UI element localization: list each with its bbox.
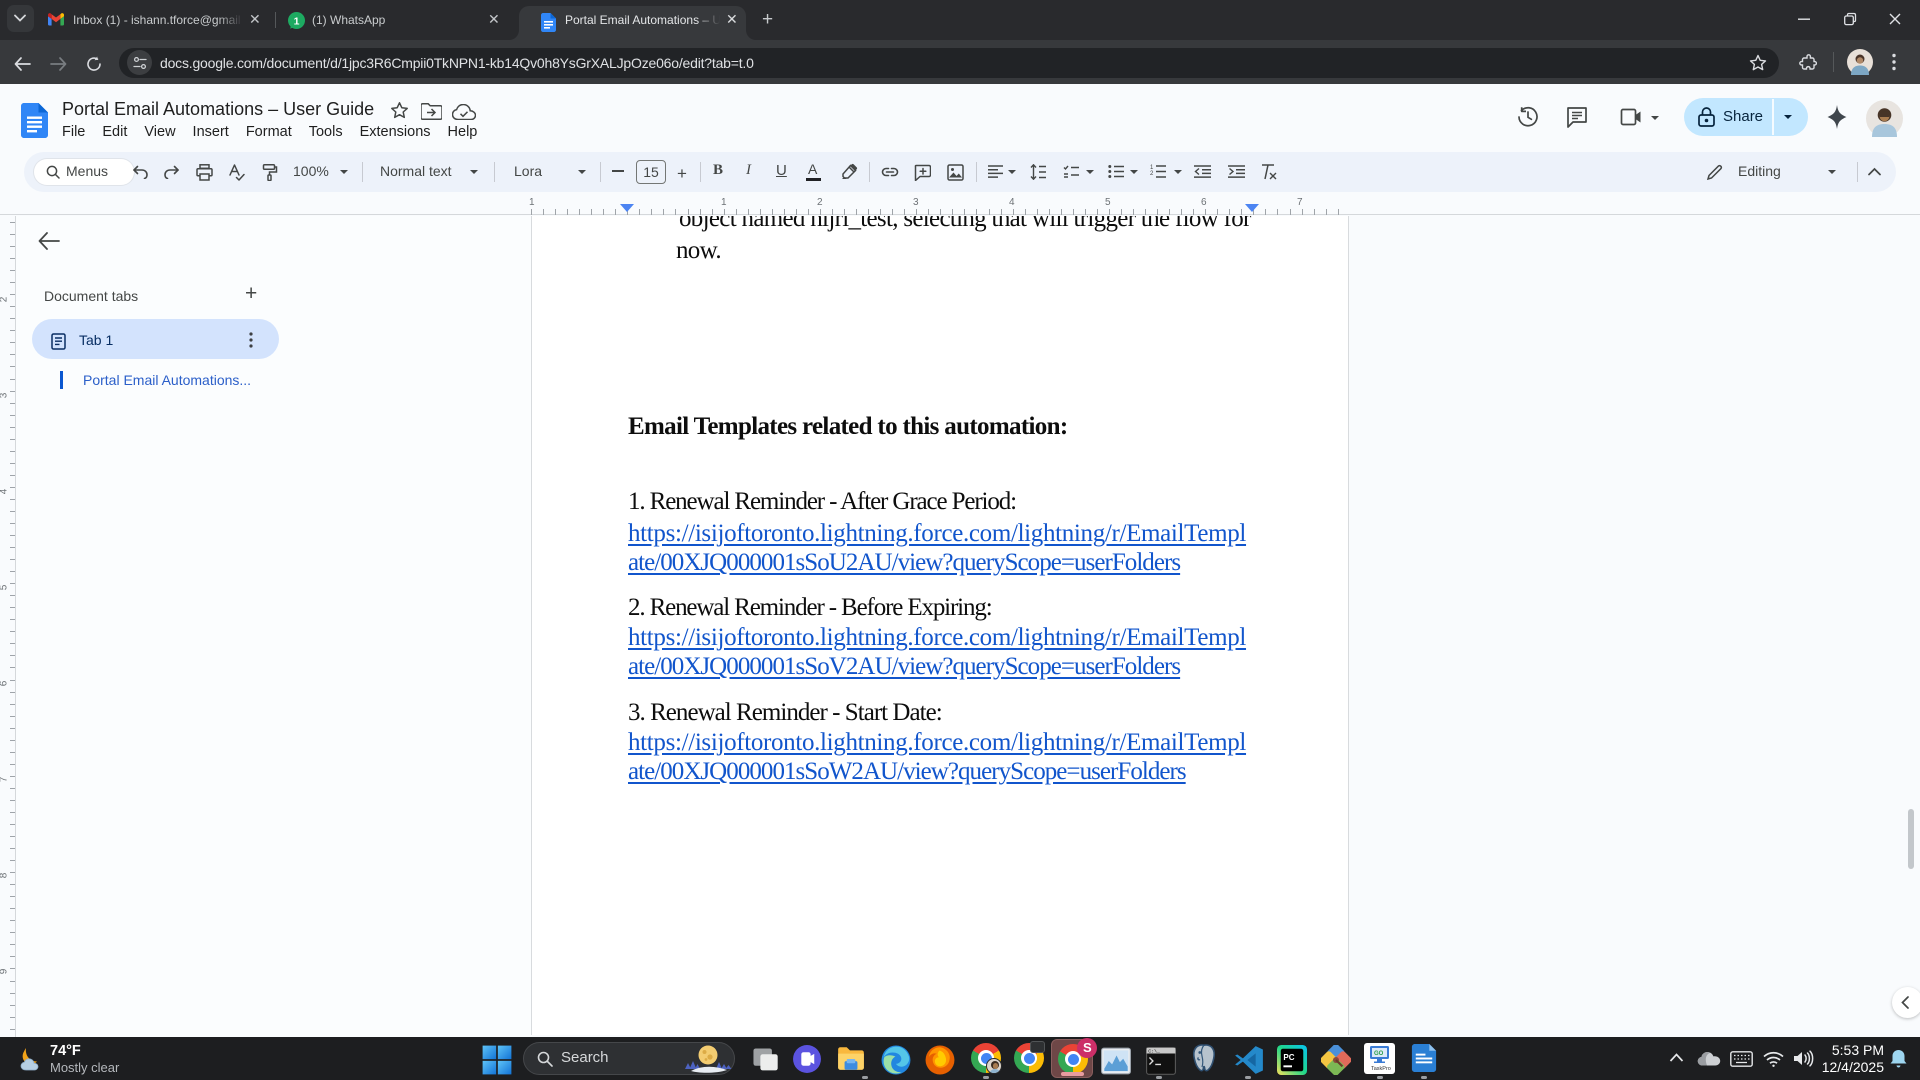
- svg-text:2: 2: [1150, 171, 1154, 177]
- svg-text:PC: PC: [1283, 1053, 1294, 1062]
- svg-text:GO: GO: [1374, 1051, 1384, 1057]
- svg-text:C:\_: C:\_: [1148, 1048, 1160, 1054]
- svg-text:1: 1: [294, 15, 300, 27]
